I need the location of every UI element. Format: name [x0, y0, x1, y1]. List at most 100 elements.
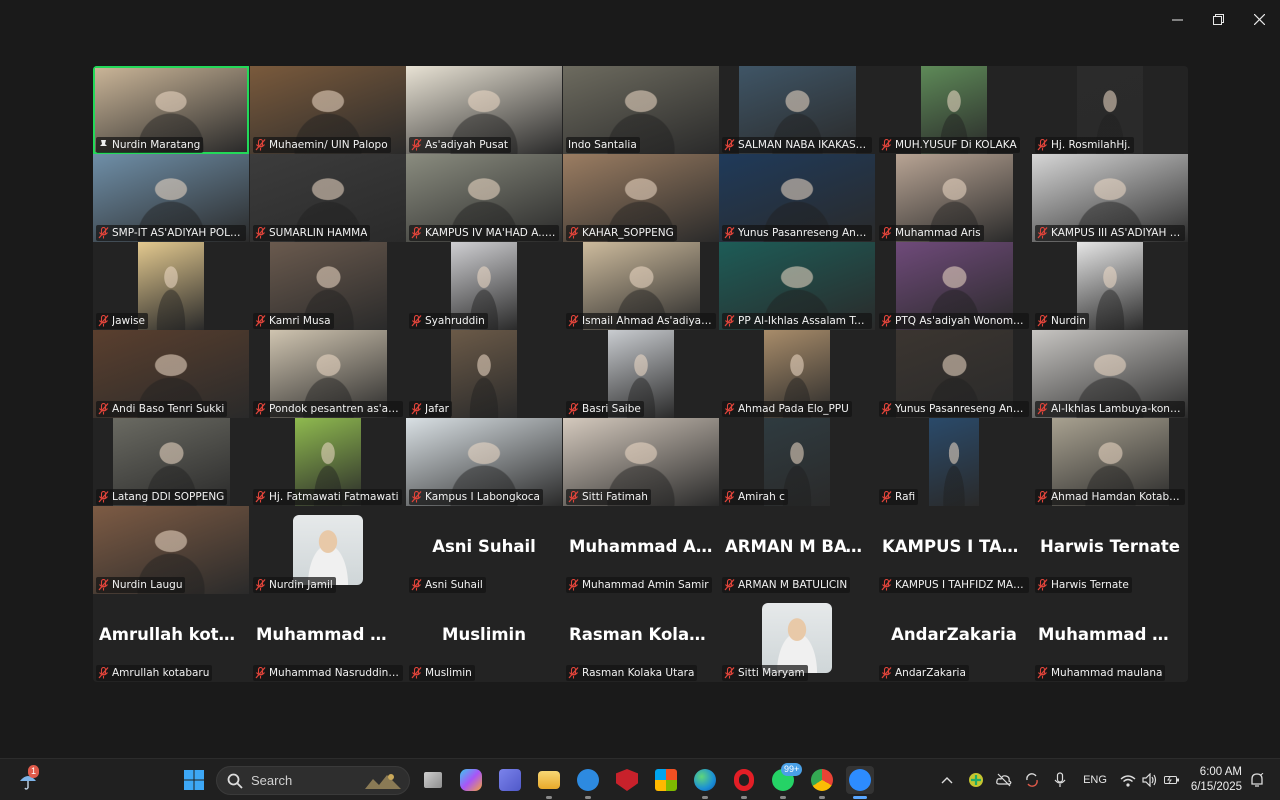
participant-tile[interactable]: AndarZakaria AndarZakaria [876, 594, 1032, 682]
participant-name: Ahmad Pada Elo_PPU [738, 403, 849, 415]
muted-mic-icon [255, 579, 266, 591]
participant-tile[interactable]: Muslimin Muslimin [406, 594, 562, 682]
participant-name: Ahmad Hamdan Kotabaru ... [1051, 491, 1182, 503]
participant-tile[interactable]: Amirah c [719, 418, 875, 506]
participant-tile[interactable]: Al-Ikhlas Lambuya-konawe [1032, 330, 1188, 418]
participant-name-label: SALMAN NABA IKAKAS B... [722, 137, 872, 153]
participant-tile[interactable]: Syahruddin [406, 242, 562, 330]
participant-tile[interactable]: ARMAN M BAT... ARMAN M BATULICIN [719, 506, 875, 594]
participant-tile[interactable]: Basri Saibe [563, 330, 719, 418]
participant-tile[interactable]: Asni Suhail Asni Suhail [406, 506, 562, 594]
whatsapp-button[interactable]: 99+ [769, 763, 803, 799]
task-view-button[interactable] [419, 766, 447, 794]
mcafee-button[interactable] [613, 766, 641, 794]
participant-tile[interactable]: PTQ As'adiyah Wonomuly... [876, 242, 1032, 330]
microphone-button[interactable] [1050, 759, 1070, 800]
participant-tile[interactable]: Jawise [93, 242, 249, 330]
search-box[interactable]: Search [216, 766, 410, 795]
participant-tile[interactable]: Nurdin Laugu [93, 506, 249, 594]
close-button[interactable] [1239, 0, 1280, 38]
participant-name-label: KAMPUS III AS'ADIYAH PU... [1035, 225, 1185, 241]
participant-tile[interactable]: Ismail Ahmad As'adiyah Ba... [563, 242, 719, 330]
zoom-button[interactable] [846, 766, 874, 799]
participant-tile[interactable]: Andi Baso Tenri Sukki [93, 330, 249, 418]
participant-tile[interactable]: Rafi [876, 418, 1032, 506]
edge-button[interactable] [691, 766, 719, 799]
participant-tile[interactable]: Pondok pesantren as'adiya... [250, 330, 406, 418]
participant-tile[interactable]: Ahmad Pada Elo_PPU [719, 330, 875, 418]
start-button[interactable] [180, 766, 208, 794]
participant-name: Amirah c [738, 491, 785, 503]
participant-name-label: As'adiyah Pusat [409, 137, 512, 153]
participant-name-label: Muslimin [409, 665, 475, 681]
microsoft-store-button[interactable] [652, 766, 680, 794]
participant-tile[interactable]: Harwis Ternate Harwis Ternate [1032, 506, 1188, 594]
cloud-off-icon [996, 773, 1012, 787]
participant-tile[interactable]: Nurdin Maratang [93, 66, 249, 154]
clock[interactable]: 6:00 AM 6/15/2025 [1191, 765, 1242, 795]
language-indicator[interactable]: ENG [1080, 759, 1110, 800]
speaker-icon [1142, 773, 1157, 787]
participant-tile[interactable]: KAMPUS I TAHF... KAMPUS I TAHFIDZ MASJI..… [876, 506, 1032, 594]
participant-tile[interactable]: Kampus I Labongkoca [406, 418, 562, 506]
participant-tile[interactable]: Muhaemin/ UIN Palopo [250, 66, 406, 154]
participant-tile[interactable]: Yunus Pasanreseng Andi P... [876, 330, 1032, 418]
participant-tile[interactable]: SUMARLIN HAMMA [250, 154, 406, 242]
chrome-button[interactable] [808, 766, 836, 799]
participant-name: Amrullah kotabaru [112, 667, 210, 679]
teams-button[interactable] [496, 766, 524, 794]
network-disconnected-button[interactable] [994, 759, 1014, 800]
participant-name: ARMAN M BATULICIN [738, 579, 848, 591]
muted-mic-icon [98, 403, 109, 415]
participant-tile[interactable]: Muhammad Am... Muhammad Amin Samir [563, 506, 719, 594]
restore-button[interactable] [1198, 0, 1239, 38]
participant-tile[interactable]: Hj. RosmilahHj. [1032, 66, 1188, 154]
participant-tile[interactable]: Nurdin Jamil [250, 506, 406, 594]
participant-tile[interactable]: SALMAN NABA IKAKAS B... [719, 66, 875, 154]
participant-name-label: Kamri Musa [253, 313, 334, 329]
participant-tile[interactable]: As'adiyah Pusat [406, 66, 562, 154]
participant-name: Indo Santalia [568, 139, 637, 151]
file-explorer-button[interactable] [535, 766, 563, 799]
participant-name: Sitti Maryam [738, 667, 805, 679]
participant-tile[interactable]: Muhammad Na... Muhammad Nasruddin Ba... [250, 594, 406, 682]
battery-button[interactable] [1162, 759, 1182, 800]
participant-tile[interactable]: KAHAR_SOPPENG [563, 154, 719, 242]
participant-tile[interactable]: Jafar [406, 330, 562, 418]
notifications-button[interactable] [1248, 759, 1266, 800]
wifi-button[interactable] [1118, 759, 1138, 800]
participant-name-label: Muhaemin/ UIN Palopo [253, 137, 391, 153]
participant-tile[interactable]: Latang DDI SOPPENG [93, 418, 249, 506]
participant-tile[interactable]: Sitti Maryam [719, 594, 875, 682]
participant-name: Syahruddin [425, 315, 485, 327]
participant-tile[interactable]: Ahmad Hamdan Kotabaru ... [1032, 418, 1188, 506]
sync-button[interactable] [1022, 759, 1042, 800]
participant-tile[interactable]: Sitti Fatimah [563, 418, 719, 506]
get-help-button[interactable] [574, 766, 602, 799]
participant-name: MUH.YUSUF Di KOLAKA [895, 139, 1017, 151]
participant-tile[interactable]: Kamri Musa [250, 242, 406, 330]
volume-button[interactable] [1140, 759, 1160, 800]
participant-tile[interactable]: Muhammad ma... Muhammad maulana [1032, 594, 1188, 682]
participant-tile[interactable]: KAMPUS IV MA'HAD A..Y... [406, 154, 562, 242]
participant-tile[interactable]: PP Al-Ikhlas Assalam Tange... [719, 242, 875, 330]
participant-tile[interactable]: Muhammad Aris [876, 154, 1032, 242]
tray-app-button[interactable] [966, 759, 986, 800]
participant-tile[interactable]: KAMPUS III AS'ADIYAH PU... [1032, 154, 1188, 242]
participant-tile[interactable]: Rasman Kolaka... Rasman Kolaka Utara [563, 594, 719, 682]
participant-tile[interactable]: Hj. Fatmawati Fatmawati [250, 418, 406, 506]
participant-tile[interactable]: Nurdin [1032, 242, 1188, 330]
weather-widget[interactable]: 1 [14, 765, 42, 794]
participant-tile[interactable]: SMP-IT AS'ADIYAH POLEW... [93, 154, 249, 242]
participant-tile[interactable]: Amrullah kotab... Amrullah kotabaru [93, 594, 249, 682]
participant-display-name: Muslimin [442, 625, 526, 644]
minimize-button[interactable] [1157, 0, 1198, 38]
muted-mic-icon [568, 579, 579, 591]
opera-button[interactable] [730, 766, 758, 799]
copilot-button[interactable] [457, 766, 485, 794]
participant-tile[interactable]: Indo Santalia [563, 66, 719, 154]
participant-tile[interactable]: MUH.YUSUF Di KOLAKA [876, 66, 1032, 154]
participant-tile[interactable]: Yunus Pasanreseng Andi P... [719, 154, 875, 242]
participant-name: Hj. RosmilahHj. [1051, 139, 1131, 151]
show-hidden-icons-button[interactable] [938, 759, 956, 800]
